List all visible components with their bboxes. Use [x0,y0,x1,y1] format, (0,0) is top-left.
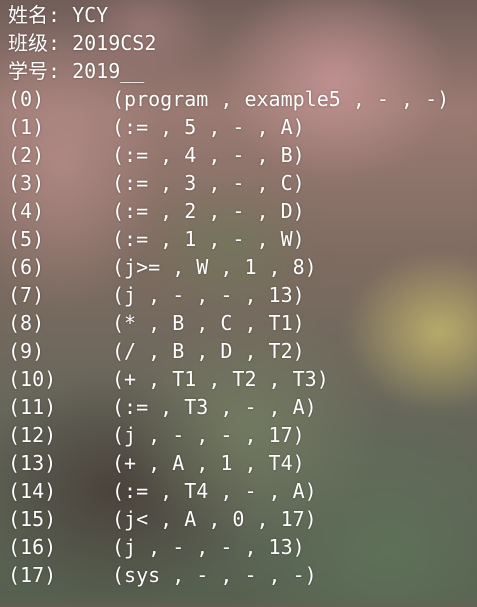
student-class-line: 班级: 2019CS2 [8,31,157,55]
quadruple-row: (6) (j>= , W , 1 , 8) [8,253,477,281]
quadruple-row: (17) (sys , - , - , -) [8,561,477,589]
quadruple-index: (5) [8,227,45,251]
quadruple-row: (3) (:= , 3 , - , C) [8,169,477,197]
quadruple-text: (:= , T3 , - , A) [112,395,317,419]
quadruple-index: (11) [8,395,57,419]
quadruple-index: (4) [8,199,45,223]
quadruple-index: (14) [8,479,57,503]
quadruple-index: (2) [8,143,45,167]
quadruple-row: (15) (j< , A , 0 , 17) [8,505,477,533]
quadruple-index: (17) [8,563,57,587]
quadruple-row: (8) (* , B , C , T1) [8,309,477,337]
quadruple-text: (:= , 1 , - , W) [112,227,305,251]
quadruple-index: (10) [8,367,57,391]
quadruple-index: (8) [8,311,45,335]
quadruple-text: (j>= , W , 1 , 8) [112,255,317,279]
quadruple-text: (j< , A , 0 , 17) [112,507,317,531]
quadruple-index: (12) [8,423,57,447]
quadruple-row: (10) (+ , T1 , T2 , T3) [8,365,477,393]
quadruple-text: (:= , 5 , - , A) [112,115,305,139]
terminal-output: 姓名: YCY 班级: 2019CS2 学号: 2019__ (0) (progr… [8,1,477,589]
quadruple-index: (9) [8,339,45,363]
quadruple-index: (16) [8,535,57,559]
quadruple-row: (1) (:= , 5 , - , A) [8,113,477,141]
quadruple-index: (13) [8,451,57,475]
quadruple-text: (sys , - , - , -) [112,563,317,587]
quadruple-row: (5) (:= , 1 , - , W) [8,225,477,253]
quadruple-row: (13) (+ , A , 1 , T4) [8,449,477,477]
quadruple-text: (/ , B , D , T2) [112,339,305,363]
quadruple-index: (0) [8,87,45,111]
quadruple-row: (14) (:= , T4 , - , A) [8,477,477,505]
quadruple-text: (program , example5 , - , -) [112,87,450,111]
quadruple-text: (j , - , - , 17) [112,423,305,447]
quadruple-row: (4) (:= , 2 , - , D) [8,197,477,225]
quadruple-text: (:= , 3 , - , C) [112,171,305,195]
quadruple-row: (7) (j , - , - , 13) [8,281,477,309]
quadruple-index: (6) [8,255,45,279]
quadruple-index: (7) [8,283,45,307]
quadruple-text: (* , B , C , T1) [112,311,305,335]
quadruple-index: (1) [8,115,45,139]
student-id-line: 学号: 2019__ [8,59,145,83]
quadruple-index: (3) [8,171,45,195]
quadruple-row: (0) (program , example5 , - , -) [8,85,477,113]
quadruple-text: (j , - , - , 13) [112,535,305,559]
quadruple-row: (12) (j , - , - , 17) [8,421,477,449]
student-name-line: 姓名: YCY [8,3,109,27]
quadruple-row: (16) (j , - , - , 13) [8,533,477,561]
quadruple-index: (15) [8,507,57,531]
quadruple-row: (2) (:= , 4 , - , B) [8,141,477,169]
quadruple-row: (9) (/ , B , D , T2) [8,337,477,365]
quadruple-text: (+ , A , 1 , T4) [112,451,305,475]
quadruple-text: (:= , 4 , - , B) [112,143,305,167]
quadruple-text: (j , - , - , 13) [112,283,305,307]
quadruple-text: (:= , T4 , - , A) [112,479,317,503]
quadruple-text: (:= , 2 , - , D) [112,199,305,223]
quadruple-text: (+ , T1 , T2 , T3) [112,367,329,391]
quadruple-row: (11) (:= , T3 , - , A) [8,393,477,421]
